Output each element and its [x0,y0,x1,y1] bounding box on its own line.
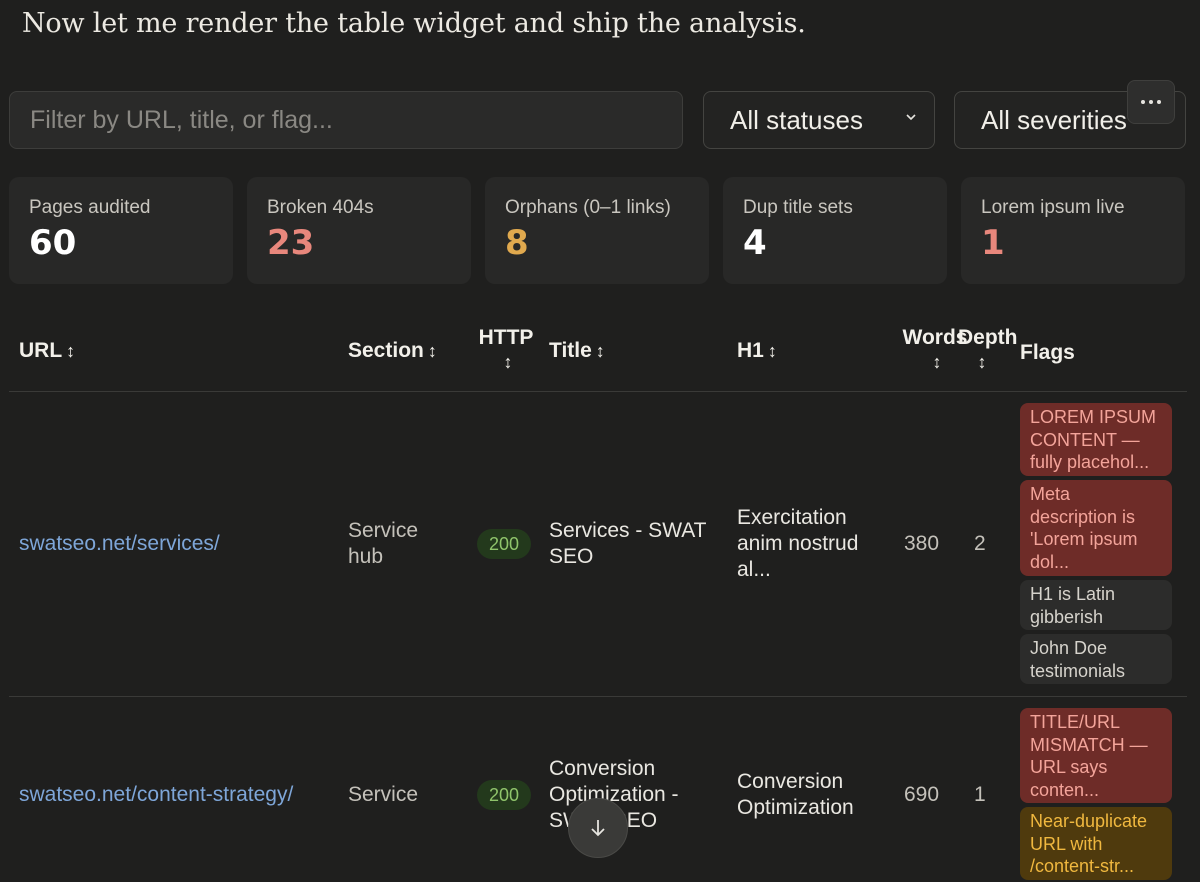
row-depth: 2 [974,532,986,555]
column-header-flags: Flags [1020,341,1075,365]
row-words: 380 [904,532,940,555]
stat-label: Pages audited [29,197,151,218]
divider [9,391,1187,392]
row-url-link[interactable]: swatseo.net/services/ [19,531,220,557]
http-status-badge: 200 [477,529,531,559]
row-section: Service hub [348,519,419,568]
flag-badge: John Doe testimonials [1020,634,1172,684]
more-icon-dot [1141,100,1145,104]
stat-card-lorem-ipsum: Lorem ipsum live 1 [961,177,1185,284]
stat-value: 4 [743,223,767,263]
header-label: Section [348,339,424,362]
header-label: Flags [1020,341,1075,364]
row-section: Service [348,783,419,806]
http-status-badge: 200 [477,780,531,810]
status-select[interactable]: All statuses [703,91,935,149]
sort-icon: ↕ [977,352,987,372]
stat-value: 8 [505,223,529,263]
row-h1: Conversion Optimization [737,770,854,819]
more-button[interactable] [1127,80,1175,124]
row-words: 690 [904,783,940,806]
column-header-h1[interactable]: H1 ↕ [737,339,777,363]
flag-badge: H1 is Latin gibberish [1020,580,1172,630]
flag-badge: TITLE/URL MISMATCH — URL says conten... [1020,708,1172,803]
header-label: Title [549,339,592,362]
search-input[interactable] [9,91,683,149]
header-label: HTTP [478,326,534,349]
row-h1: Exercitation anim nostrud al... [737,506,859,581]
row-depth: 1 [974,783,986,806]
flag-badge: LOREM IPSUM CONTENT — fully placehol... [1020,403,1172,476]
header-label: H1 [737,339,764,362]
stat-label: Orphans (0–1 links) [505,197,671,218]
scroll-down-button[interactable] [568,798,628,858]
stat-value: 60 [29,223,77,263]
stat-label: Lorem ipsum live [981,197,1125,218]
flag-badge: Near-duplicate URL with /content-str... [1020,807,1172,880]
column-header-http[interactable]: HTTP ↕ [478,326,534,374]
stat-card-orphans: Orphans (0–1 links) 8 [485,177,709,284]
stat-value: 23 [267,223,315,263]
stat-value: 1 [981,223,1005,263]
more-icon-dot [1157,100,1161,104]
sort-icon: ↕ [767,341,777,361]
arrow-down-icon [591,820,605,837]
column-header-section[interactable]: Section ↕ [348,339,437,363]
column-header-title[interactable]: Title ↕ [549,339,605,363]
more-icon-dot [1149,100,1153,104]
column-header-depth[interactable]: Depth ↕ [958,326,1018,374]
stat-card-pages-audited: Pages audited 60 [9,177,233,284]
stat-card-broken-404s: Broken 404s 23 [247,177,471,284]
sort-icon: ↕ [427,341,437,361]
flag-badge: Meta description is 'Lorem ipsum dol... [1020,480,1172,576]
severity-select-value: All severities [981,104,1127,135]
row-url-link[interactable]: swatseo.net/content-strategy/ [19,782,293,808]
intro-text: Now let me render the table widget and s… [22,8,806,39]
header-label: Depth [958,326,1018,349]
row-title: Services - SWAT SEO [549,519,707,568]
status-select-value: All statuses [730,104,863,135]
stat-label: Dup title sets [743,197,853,218]
header-label: URL [19,339,63,362]
column-header-url[interactable]: URL ↕ [19,339,75,363]
sort-icon: ↕ [595,341,605,361]
chevron-down-icon [906,114,916,121]
stat-label: Broken 404s [267,197,374,218]
stat-card-dup-titles: Dup title sets 4 [723,177,947,284]
sort-icon: ↕ [66,341,76,361]
divider [9,696,1187,697]
sort-icon: ↕ [503,352,513,372]
